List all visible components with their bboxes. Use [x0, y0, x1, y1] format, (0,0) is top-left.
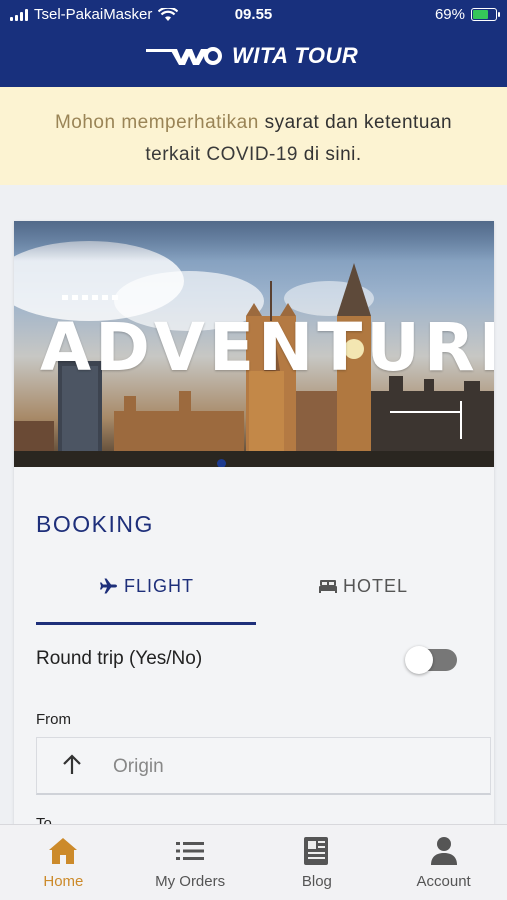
- origin-input[interactable]: Origin: [36, 737, 491, 795]
- here-link[interactable]: di sini.: [304, 144, 362, 165]
- list-icon: [176, 842, 205, 860]
- status-bar: Tsel-PakaiMasker 09.55 69%: [0, 0, 507, 30]
- newspaper-icon: [303, 837, 328, 865]
- battery-percent: 69%: [434, 6, 465, 23]
- tab-flight-label: FLIGHT: [124, 575, 195, 596]
- person-icon: [430, 837, 457, 865]
- clock: 09.55: [234, 6, 273, 23]
- wita-logo-mark: [146, 47, 222, 65]
- booking-title: BOOKING: [36, 511, 154, 537]
- airplane-icon: [100, 578, 117, 594]
- battery-icon: [471, 8, 500, 21]
- home-icon: [49, 838, 78, 864]
- booking-card: ADVENTURE BOOKING FLIGHT HOTEL Round tri…: [14, 221, 494, 832]
- nav-account-label: Account: [416, 873, 471, 890]
- nav-blog[interactable]: Blog: [254, 825, 381, 900]
- banner-headline: ADVENTURE: [40, 309, 494, 386]
- tab-flight[interactable]: FLIGHT: [100, 571, 194, 601]
- round-trip-label: Round trip (Yes/No): [36, 648, 203, 669]
- brand-name: WITA TOUR: [232, 43, 359, 68]
- arrow-up-icon: [63, 754, 81, 774]
- nav-home[interactable]: Home: [0, 825, 127, 900]
- origin-placeholder: Origin: [113, 756, 164, 777]
- covid-notice: Mohon memperhatikan syarat dan ketentuan…: [0, 87, 507, 185]
- nav-account[interactable]: Account: [380, 825, 507, 900]
- tab-hotel-label: HOTEL: [343, 575, 409, 596]
- notice-text-2: terkait COVID-19: [145, 144, 298, 165]
- bed-icon: [319, 580, 337, 593]
- nav-home-label: Home: [43, 873, 84, 890]
- app-header: Tsel-PakaiMasker 09.55 69% WITA TOUR: [0, 0, 507, 87]
- brand-logo: WITA TOUR: [146, 43, 359, 68]
- carousel-indicator[interactable]: [217, 459, 226, 467]
- terms-link[interactable]: syarat dan ketentuan: [265, 112, 452, 133]
- notice-text: Mohon memperhatikan: [54, 112, 259, 133]
- from-label: From: [36, 711, 71, 728]
- nav-blog-label: Blog: [301, 873, 332, 890]
- promo-banner[interactable]: ADVENTURE: [14, 221, 494, 467]
- bottom-nav: Home My Orders Blog Account: [0, 824, 507, 900]
- nav-my-orders[interactable]: My Orders: [127, 825, 254, 900]
- round-trip-toggle[interactable]: [405, 646, 457, 674]
- active-tab-indicator: [36, 622, 256, 625]
- nav-my-orders-label: My Orders: [155, 873, 226, 890]
- tab-hotel[interactable]: HOTEL: [319, 571, 408, 601]
